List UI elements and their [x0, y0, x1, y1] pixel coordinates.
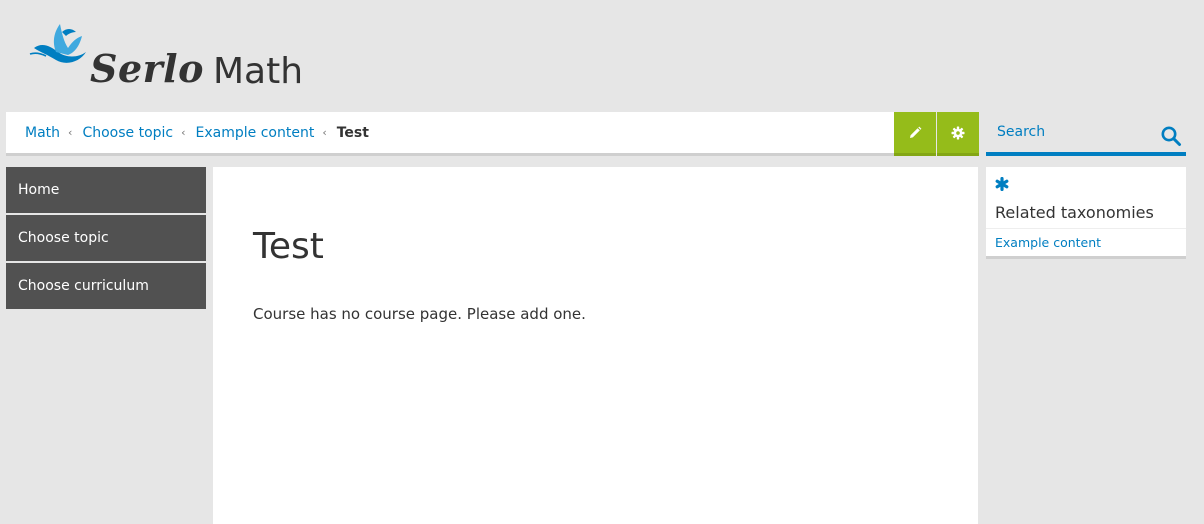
pencil-icon: [910, 126, 922, 138]
sidebar-item-choose-curriculum[interactable]: Choose curriculum: [6, 263, 206, 309]
breadcrumb-current: Test: [336, 124, 369, 141]
sidebar-item-home[interactable]: Home: [6, 167, 206, 213]
page-title: Test: [253, 226, 324, 267]
main-content: Test Course has no course page. Please a…: [213, 167, 978, 524]
divider: [986, 228, 1186, 229]
site-header: Serlo Math: [0, 0, 1204, 112]
search-box: [986, 112, 1186, 156]
search-input[interactable]: [997, 124, 1147, 140]
related-link-example-content[interactable]: Example content: [995, 235, 1101, 250]
breadcrumb-link-choose-topic[interactable]: Choose topic: [82, 125, 173, 141]
sidebar-item-label: Home: [18, 182, 60, 198]
related-taxonomies-panel: Related taxonomies Example content: [986, 167, 1186, 259]
breadcrumb-link-example-content[interactable]: Example content: [196, 125, 315, 141]
sidebar: Home Choose topic Choose curriculum: [6, 167, 206, 311]
sidebar-item-label: Choose curriculum: [18, 278, 149, 294]
edit-button[interactable]: [894, 112, 936, 156]
chevron-left-icon: ‹: [181, 126, 186, 139]
breadcrumb-link-math[interactable]: Math: [25, 125, 60, 141]
settings-button[interactable]: [937, 112, 979, 156]
breadcrumb: Math ‹ Choose topic ‹ Example content ‹ …: [6, 112, 894, 156]
logo-subject[interactable]: Math: [213, 54, 303, 90]
chevron-left-icon: ‹: [68, 126, 73, 139]
related-taxonomies-title: Related taxonomies: [995, 203, 1154, 222]
sidebar-item-choose-topic[interactable]: Choose topic: [6, 215, 206, 261]
sidebar-item-label: Choose topic: [18, 230, 109, 246]
logo-wordmark[interactable]: Serlo: [90, 50, 204, 88]
gear-icon: [951, 126, 965, 139]
course-empty-message: Course has no course page. Please add on…: [253, 305, 586, 323]
asterisk-icon: [995, 177, 1009, 191]
serlo-bird-logo-icon[interactable]: [28, 22, 88, 68]
search-icon[interactable]: [1160, 125, 1182, 147]
chevron-left-icon: ‹: [322, 126, 327, 139]
